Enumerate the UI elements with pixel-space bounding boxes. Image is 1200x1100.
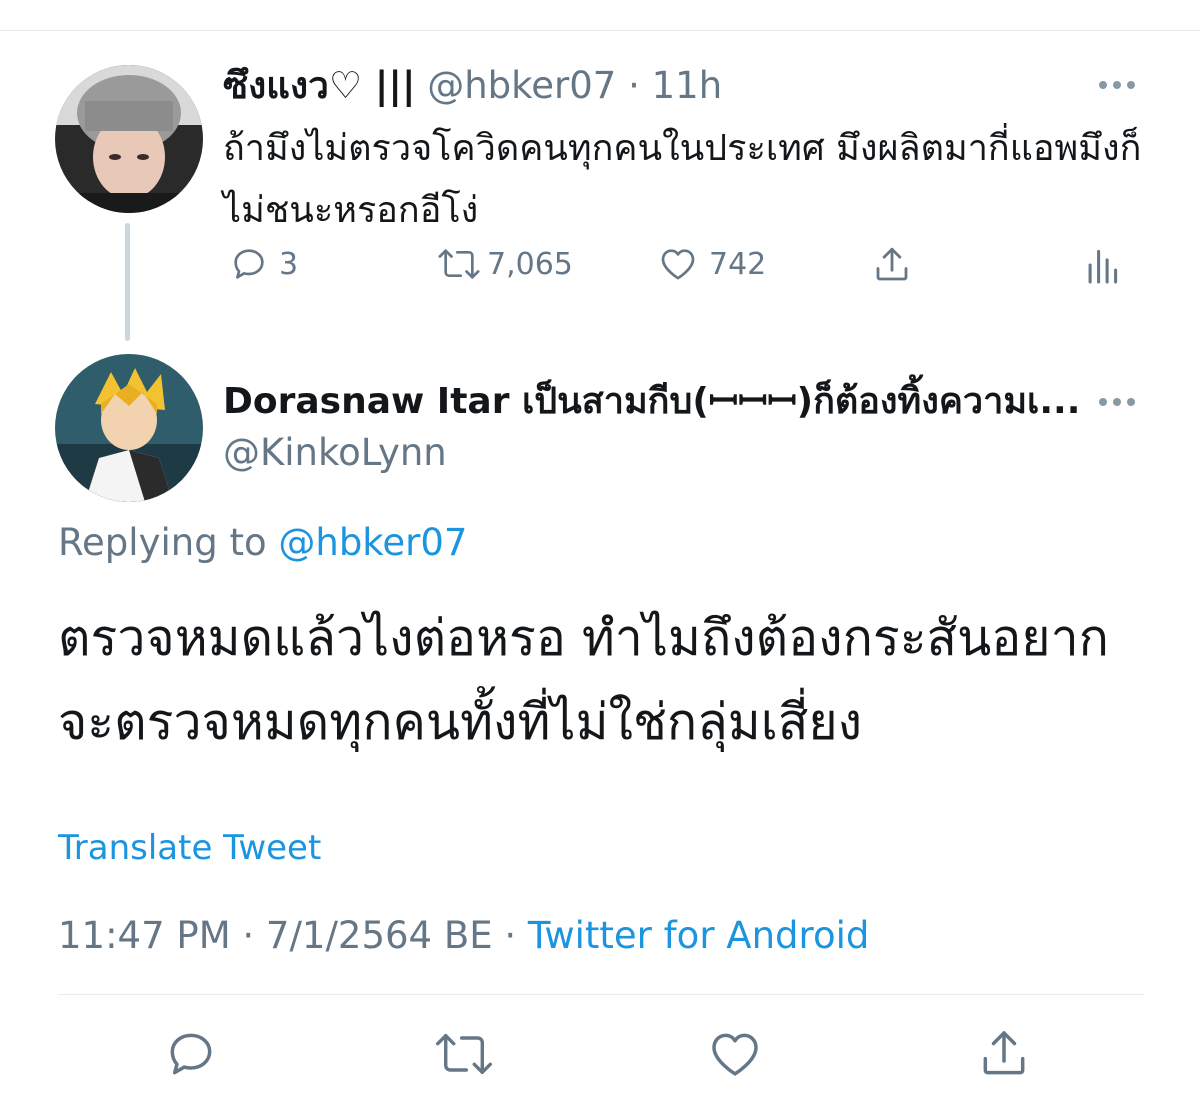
replying-to-link[interactable]: @hbker07 <box>278 521 467 564</box>
handle[interactable]: @hbker07 <box>427 64 616 107</box>
reply-button[interactable] <box>163 1026 219 1082</box>
tweet-text: ถ้ามึงไม่ตรวจโควิดคนทุกคนในประเทศ มึงผลิ… <box>223 128 1142 231</box>
reply-count: 3 <box>279 246 299 282</box>
like-button[interactable] <box>706 1026 764 1082</box>
tweet-header: ซึงแงว♡ ||| @hbker07 · 11h <box>223 64 722 108</box>
tweet-timestamp: 11:47 PM · 7/1/2564 BE · Twitter for And… <box>58 912 869 960</box>
like-button[interactable]: 742 <box>657 244 766 284</box>
replying-label: Replying to <box>58 521 267 564</box>
reply-icon <box>234 249 264 279</box>
tweet-text: ตรวจหมดแล้วไงต่อหรอ ทำไมถึงต้องกระสันอยา… <box>58 609 1109 751</box>
display-name[interactable]: Dorasnaw Itar เป็นสามกีบ(ꟷꟷꟷ)ก็ต้องทิ้งค… <box>223 380 1080 424</box>
share-icon <box>876 247 908 281</box>
retweet-button[interactable] <box>432 1026 496 1082</box>
avatar[interactable] <box>55 65 203 213</box>
handle[interactable]: @KinkoLynn <box>223 430 447 476</box>
tweet-time[interactable]: · 11h <box>628 64 722 107</box>
reply-button[interactable]: 3 <box>229 244 298 284</box>
replying-to: Replying to @hbker07 <box>58 520 467 566</box>
retweet-button[interactable]: 7,065 <box>435 244 573 284</box>
parent-tweet[interactable]: ซึงแงว♡ ||| @hbker07 · 11h ถ้ามึงไม่ตรวจ… <box>0 0 1200 341</box>
analytics-button[interactable] <box>1085 244 1119 286</box>
translate-tweet-link[interactable]: Translate Tweet <box>58 826 321 870</box>
like-count: 742 <box>709 246 767 282</box>
divider <box>58 994 1144 995</box>
share-button[interactable] <box>976 1026 1032 1082</box>
tweet-actions: 3 7,065 742 <box>223 244 1143 298</box>
timestamp-text[interactable]: 11:47 PM · 7/1/2564 BE · <box>58 914 528 957</box>
like-icon <box>661 249 695 280</box>
retweet-icon <box>436 1034 492 1075</box>
tweet-actions <box>0 1026 1200 1086</box>
avatar[interactable] <box>55 354 203 502</box>
analytics-icon <box>1088 249 1118 284</box>
more-icon[interactable] <box>1099 395 1139 409</box>
display-name[interactable]: ซึงแงว♡ ||| <box>223 64 415 107</box>
retweet-count: 7,065 <box>487 246 573 282</box>
share-icon <box>983 1031 1025 1075</box>
thread-line <box>125 223 130 341</box>
retweet-icon <box>438 249 480 279</box>
reply-icon <box>170 1033 212 1075</box>
like-icon <box>712 1033 758 1076</box>
more-icon[interactable] <box>1099 78 1139 92</box>
tweet-source-link[interactable]: Twitter for Android <box>528 914 869 957</box>
share-button[interactable] <box>871 244 913 286</box>
